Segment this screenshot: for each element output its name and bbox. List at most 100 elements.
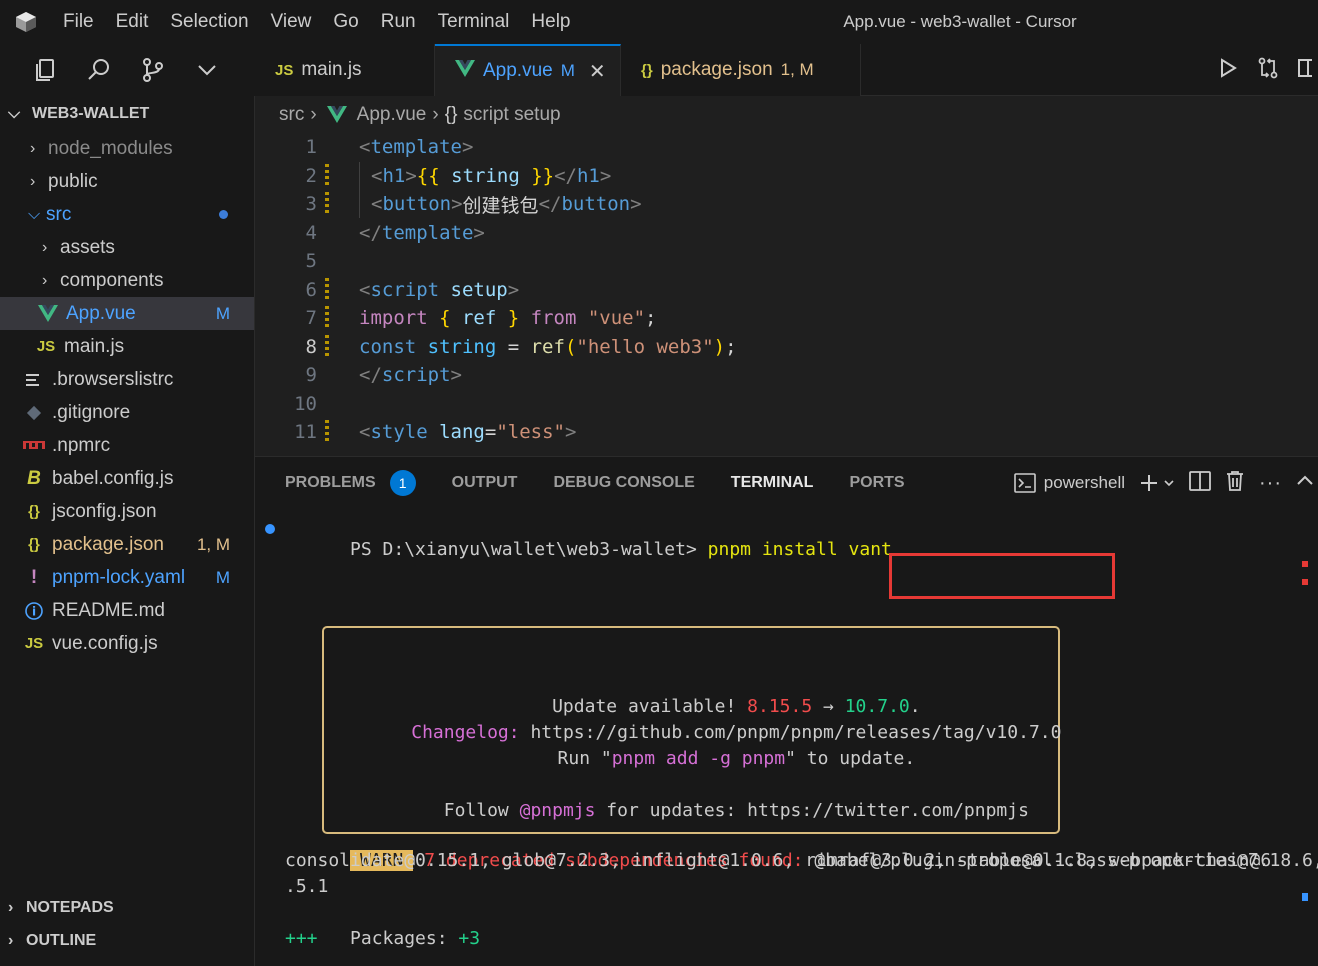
update-notice-box: Update available! 8.15.5 → 10.7.0. Chang…: [322, 626, 1061, 834]
chevron-right-icon: ›: [42, 238, 48, 256]
tree-file-gitignore[interactable]: .gitignore: [0, 396, 254, 429]
chevron-down-icon: ⌵: [8, 105, 21, 122]
tree-folder-assets[interactable]: › assets: [0, 231, 254, 264]
tree-file-vue-config[interactable]: JS vue.config.js: [0, 627, 254, 660]
plus-icon[interactable]: [1139, 473, 1175, 493]
tree-file-babel-config[interactable]: B babel.config.js: [0, 462, 254, 495]
tree-item-label: pnpm-lock.yaml: [52, 566, 186, 588]
more-actions-icon[interactable]: ···: [1259, 472, 1282, 495]
notepads-title: NOTEPADS: [26, 898, 114, 916]
menu-terminal[interactable]: Terminal: [427, 0, 521, 44]
explorer-icon[interactable]: [30, 55, 60, 85]
tree-file-npmrc[interactable]: .npmrc: [0, 429, 254, 462]
window-title: App.vue - web3-wallet - Cursor: [843, 12, 1077, 31]
split-editor-icon[interactable]: [1298, 57, 1318, 84]
chevron-up-icon[interactable]: [1296, 474, 1314, 493]
source-control-icon[interactable]: [138, 55, 168, 85]
tree-file-jsconfig[interactable]: {} jsconfig.json: [0, 495, 254, 528]
chevron-down-icon: [1164, 480, 1174, 487]
problems-count-badge: 1: [389, 470, 416, 496]
tree-file-pnpm-lock[interactable]: ! pnpm-lock.yaml M: [0, 561, 254, 594]
tab-main-js[interactable]: JS main.js: [255, 44, 435, 96]
tree-file-app-vue[interactable]: App.vue M: [0, 297, 254, 330]
tree-folder-public[interactable]: › public: [0, 165, 254, 198]
tree-item-label: public: [48, 170, 98, 192]
compare-changes-icon[interactable]: [1256, 56, 1280, 85]
trash-icon[interactable]: [1225, 470, 1245, 497]
warn-deps-line-end: .5.1: [285, 876, 329, 897]
menu-help[interactable]: Help: [520, 0, 581, 44]
chevron-right-icon: ›: [432, 104, 439, 125]
tree-item-label: .gitignore: [52, 401, 131, 423]
tree-file-readme[interactable]: i README.md: [0, 594, 254, 627]
code-token: }: [496, 307, 531, 330]
breadcrumb-symbol[interactable]: script setup: [463, 104, 560, 126]
tree-folder-src[interactable]: ⌵ src: [0, 198, 254, 231]
split-terminal-icon[interactable]: [1189, 470, 1211, 496]
gutter-modified-marker: [325, 306, 329, 331]
code-token: ref: [461, 307, 497, 330]
outline-section[interactable]: › OUTLINE: [0, 924, 255, 957]
twitter-handle: @pnpmjs: [519, 800, 596, 821]
json-icon: {}: [641, 61, 653, 79]
line-number: 9: [305, 364, 317, 387]
gutter-modified-marker: [325, 192, 329, 217]
menu-selection[interactable]: Selection: [159, 0, 259, 44]
chevron-down-icon: ⌵: [28, 205, 41, 223]
tab-app-vue[interactable]: App.vue M ✕: [435, 44, 621, 96]
tab-ports[interactable]: PORTS: [849, 457, 904, 509]
line-number: 6: [305, 278, 317, 301]
menu-file[interactable]: File: [52, 0, 105, 44]
menu-run[interactable]: Run: [370, 0, 427, 44]
tab-debug-console[interactable]: DEBUG CONSOLE: [553, 457, 694, 509]
run-icon[interactable]: [1218, 57, 1238, 84]
tree-item-label: assets: [60, 236, 115, 258]
indent-guide: [359, 161, 371, 190]
terminal-scrollbar[interactable]: [1302, 561, 1308, 966]
chevron-down-icon[interactable]: [192, 55, 222, 85]
tab-package-json[interactable]: {} package.json 1, M: [621, 44, 861, 96]
modified-dot: [219, 210, 228, 219]
gutter-modified-marker: [325, 277, 329, 302]
editor-actions: [1218, 44, 1318, 96]
search-icon[interactable]: [84, 55, 114, 85]
terminal-output[interactable]: PS D:\xianyu\wallet\web3-wallet> pnpm in…: [255, 509, 1318, 966]
bottom-panel: PROBLEMS 1 OUTPUT DEBUG CONSOLE TERMINAL…: [255, 456, 1318, 966]
command-highlight-box: [889, 553, 1115, 599]
tree-file-package-json[interactable]: {} package.json 1, M: [0, 528, 254, 561]
chevron-right-icon: ›: [30, 172, 36, 190]
code-token: }}: [531, 164, 555, 187]
tree-folder-components[interactable]: › components: [0, 264, 254, 297]
gutter-marker: [325, 135, 329, 159]
code-token: (: [564, 335, 577, 358]
terminal-shell-selector[interactable]: powershell: [1013, 473, 1125, 493]
notepads-section[interactable]: › NOTEPADS: [0, 891, 255, 924]
breadcrumb-file[interactable]: App.vue: [357, 104, 427, 126]
code-token: <: [359, 136, 371, 159]
explorer-section-header[interactable]: ⌵ WEB3-WALLET: [0, 96, 254, 132]
code-token: ref: [530, 335, 565, 358]
chevron-right-icon: ›: [42, 271, 48, 289]
tab-output[interactable]: OUTPUT: [452, 457, 518, 509]
tree-folder-node-modules[interactable]: › node_modules: [0, 132, 254, 165]
code-line: 1 < template >: [255, 133, 474, 162]
braces-icon: {}: [444, 104, 458, 125]
code-editor[interactable]: 1 < template > 2 < h1 >{{ string }} </h1 > 3 <…: [255, 133, 1318, 456]
code-token: {: [427, 307, 462, 330]
menu-view[interactable]: View: [260, 0, 323, 44]
tree-file-main-js[interactable]: JS main.js: [0, 330, 254, 363]
tab-terminal[interactable]: TERMINAL: [731, 457, 814, 509]
menu-go[interactable]: Go: [322, 0, 369, 44]
follow-text-end[interactable]: for updates: https://twitter.com/pnpmjs: [595, 800, 1029, 821]
terminal-actions: powershell ···: [1013, 457, 1318, 509]
tree-file-browserslistrc[interactable]: .browserslistrc: [0, 363, 254, 396]
tree-item-label: components: [60, 269, 164, 291]
close-icon[interactable]: ✕: [589, 59, 606, 84]
breadcrumb-src[interactable]: src: [279, 104, 304, 126]
workspace-title: WEB3-WALLET: [32, 105, 150, 122]
tab-problems[interactable]: PROBLEMS 1: [285, 457, 416, 509]
menu-edit[interactable]: Edit: [105, 0, 160, 44]
code-token: template: [381, 221, 474, 244]
info-icon: i: [22, 601, 46, 620]
vue-icon: [455, 60, 475, 82]
